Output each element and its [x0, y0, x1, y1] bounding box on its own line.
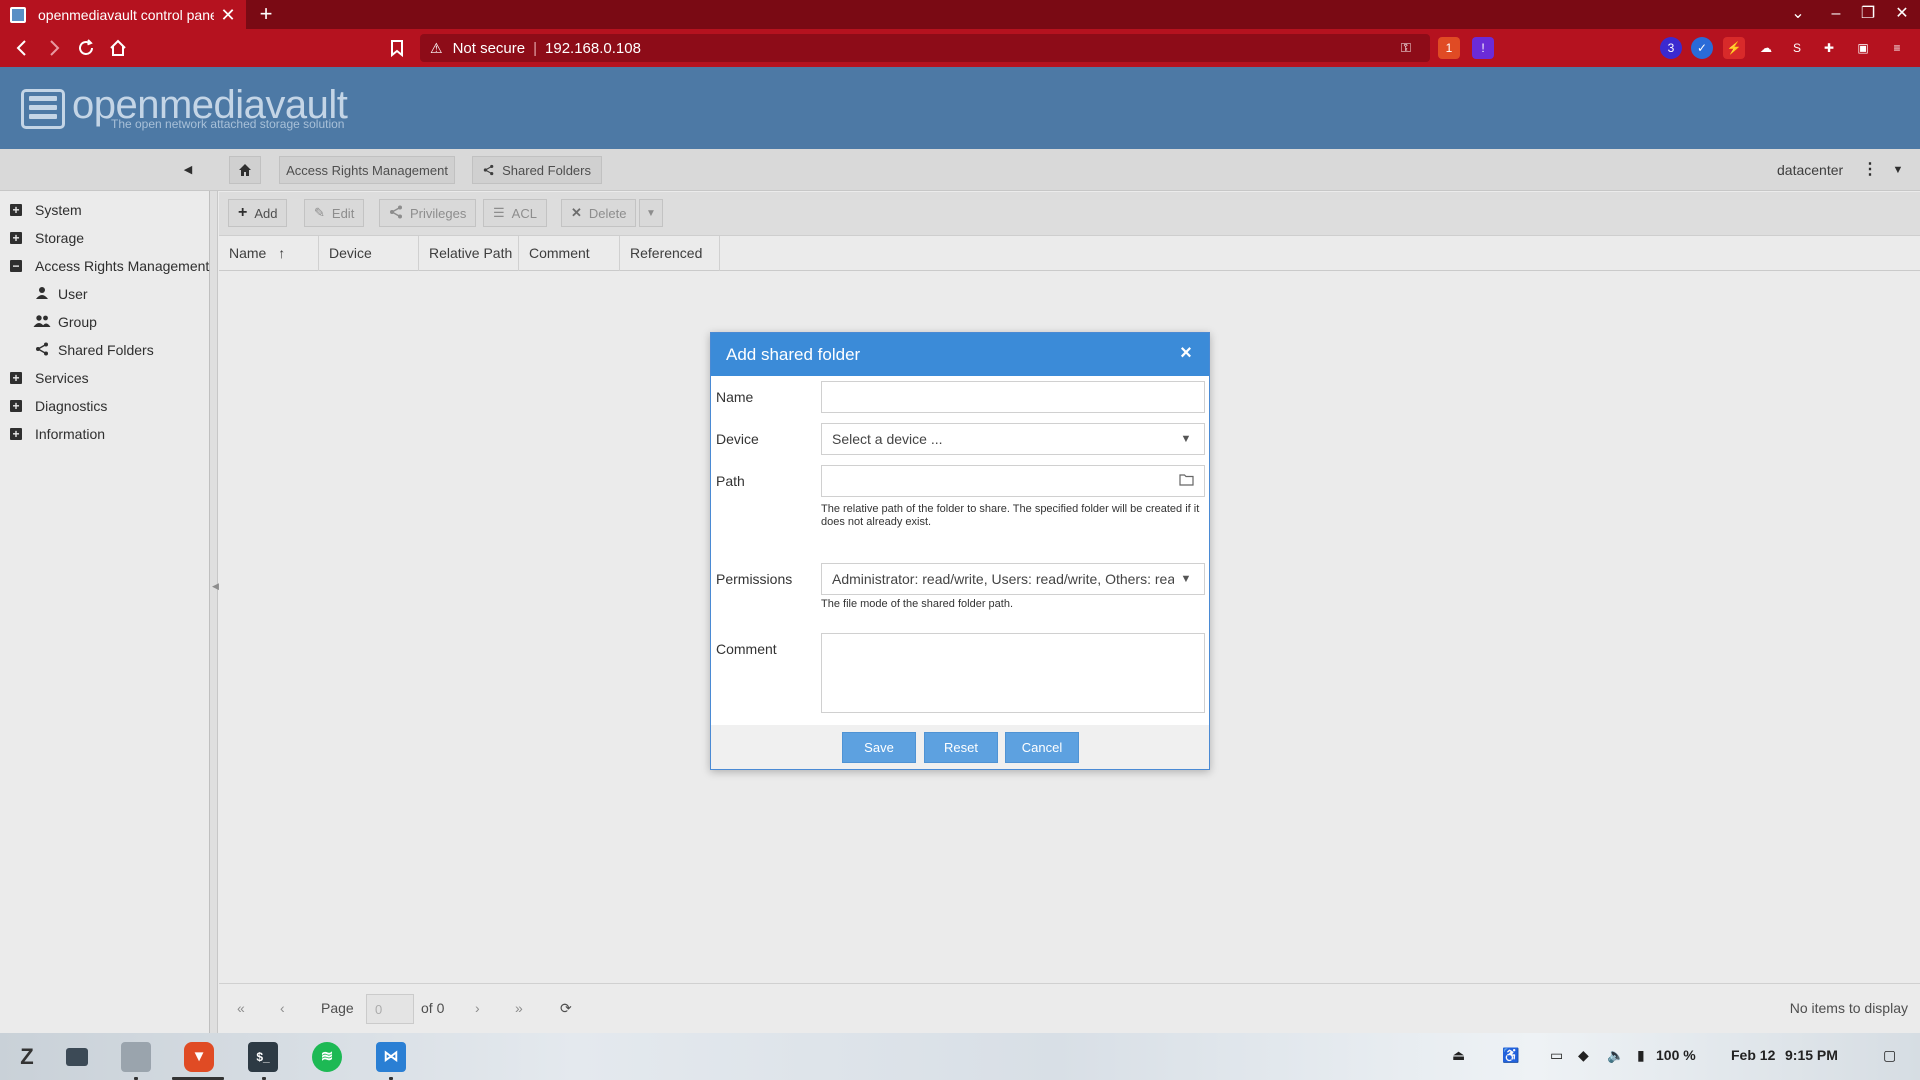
tab-title: openmediavault control panel [38, 6, 214, 23]
tab-close-icon[interactable]: ✕ [220, 6, 236, 24]
display-icon[interactable]: ▭ [1550, 1047, 1563, 1064]
back-icon[interactable] [10, 36, 34, 60]
volume-icon[interactable]: 🔈 [1607, 1047, 1624, 1064]
wallet-icon[interactable]: ▣ [1852, 37, 1874, 59]
extension-badge-count: 3 [1667, 41, 1675, 55]
key-icon[interactable]: ⚿ [1395, 37, 1417, 59]
chevron-down-icon: ▼ [1180, 433, 1192, 445]
close-icon[interactable]: × [1177, 343, 1195, 363]
folder-icon[interactable] [1178, 473, 1194, 489]
dialog-title: Add shared folder [726, 345, 861, 364]
battery-icon[interactable]: ▮ [1637, 1047, 1645, 1064]
app-header: openmediavault The open network attached… [0, 67, 1920, 149]
add-shared-folder-dialog: Add shared folder × Name Device Select a… [710, 332, 1210, 770]
browser-toolbar: ⚠ Not secure | 192.168.0.108 ⚿ 1 ! 3 ✓ ⚡… [0, 29, 1920, 67]
device-label: Device [716, 431, 759, 447]
browser-tab[interactable]: openmediavault control panel ✕ [0, 0, 246, 29]
name-field[interactable] [821, 381, 1205, 413]
permissions-help-text: The file mode of the shared folder path. [821, 598, 1014, 610]
tab-search-chevron-icon[interactable]: ⌄ [1782, 2, 1814, 26]
path-label: Path [716, 473, 745, 489]
permissions-label: Permissions [716, 571, 793, 587]
dialog-footer: Save Reset Cancel [711, 725, 1209, 769]
chevron-down-icon: ▼ [1180, 573, 1192, 585]
zorin-menu-icon[interactable]: Z [12, 1042, 42, 1072]
minimize-icon[interactable]: – [1820, 2, 1852, 26]
browser-tab-bar: openmediavault control panel ✕ + ⌄ – ❐ ✕ [0, 0, 1920, 29]
bookmark-icon[interactable] [385, 36, 409, 60]
brave-browser-icon[interactable]: ▼ [184, 1042, 214, 1072]
cancel-button[interactable]: Cancel [1005, 732, 1079, 763]
close-window-icon[interactable]: ✕ [1886, 2, 1918, 26]
time-label[interactable]: 9:15 PM [1785, 1047, 1838, 1063]
path-help-text: The relative path of the folder to share… [821, 503, 1200, 528]
terminal-icon[interactable]: $_ [248, 1042, 278, 1072]
address-bar[interactable]: ⚠ Not secure | 192.168.0.108 [420, 34, 1430, 62]
workspaces-icon[interactable] [66, 1048, 88, 1066]
puzzle-icon[interactable]: ✚ [1818, 37, 1840, 59]
extension-badge-icon[interactable]: 3 [1660, 37, 1682, 59]
reset-button[interactable]: Reset [924, 732, 998, 763]
comment-label: Comment [716, 641, 777, 657]
save-button[interactable]: Save [842, 732, 916, 763]
spotify-icon[interactable]: ≋ [312, 1042, 342, 1072]
brave-rewards-icon[interactable]: ! [1472, 37, 1494, 59]
new-tab-button[interactable]: + [254, 2, 278, 26]
red-extension-icon[interactable]: ⚡ [1723, 37, 1745, 59]
path-field[interactable] [821, 465, 1205, 497]
reload-icon[interactable] [74, 36, 98, 60]
brave-shields-icon[interactable]: 1 [1438, 37, 1460, 59]
omv-favicon-icon [10, 6, 26, 23]
notifications-icon[interactable]: ▢ [1883, 1047, 1896, 1064]
s-extension-icon[interactable]: S [1786, 37, 1808, 59]
device-select-placeholder: Select a device ... [832, 431, 943, 447]
files-icon[interactable] [121, 1042, 151, 1072]
date-label[interactable]: Feb 12 [1731, 1047, 1775, 1063]
warning-icon[interactable]: ⚠ [430, 40, 443, 57]
vscode-icon[interactable]: ⋈ [376, 1042, 406, 1072]
eject-icon[interactable]: ⏏ [1452, 1047, 1465, 1064]
permissions-select[interactable]: Administrator: read/write, Users: read/w… [821, 563, 1205, 595]
wifi-icon[interactable]: ◆ [1578, 1047, 1589, 1064]
maximize-icon[interactable]: ❐ [1852, 2, 1884, 26]
server-logo-icon [21, 89, 65, 129]
url-text[interactable]: 192.168.0.108 [545, 40, 641, 57]
url-separator: | [533, 39, 538, 57]
check-extension-icon[interactable]: ✓ [1691, 37, 1713, 59]
cloud-extension-icon[interactable]: ☁ [1755, 37, 1777, 59]
device-select[interactable]: Select a device ... ▼ [821, 423, 1205, 455]
app-logo-subtitle: The open network attached storage soluti… [111, 117, 345, 131]
brave-rewards-badge: ! [1481, 41, 1485, 55]
battery-percentage[interactable]: 100 % [1656, 1047, 1696, 1063]
comment-field[interactable] [821, 633, 1205, 713]
browser-menu-icon[interactable]: ≡ [1886, 37, 1908, 59]
security-label[interactable]: Not secure [453, 40, 526, 57]
dialog-header: Add shared folder × [711, 333, 1209, 376]
forward-icon[interactable] [42, 36, 66, 60]
accessibility-icon[interactable]: ♿ [1502, 1047, 1519, 1064]
brave-shields-badge: 1 [1445, 41, 1453, 55]
name-label: Name [716, 389, 754, 405]
home-icon[interactable] [106, 36, 130, 60]
permissions-select-value: Administrator: read/write, Users: read/w… [832, 571, 1174, 587]
taskbar: Z ▼ $_ ≋ ⋈ ⏏ ♿ ▭ ◆ 🔈 ▮ 100 % Feb 12 9:15… [0, 1033, 1920, 1080]
